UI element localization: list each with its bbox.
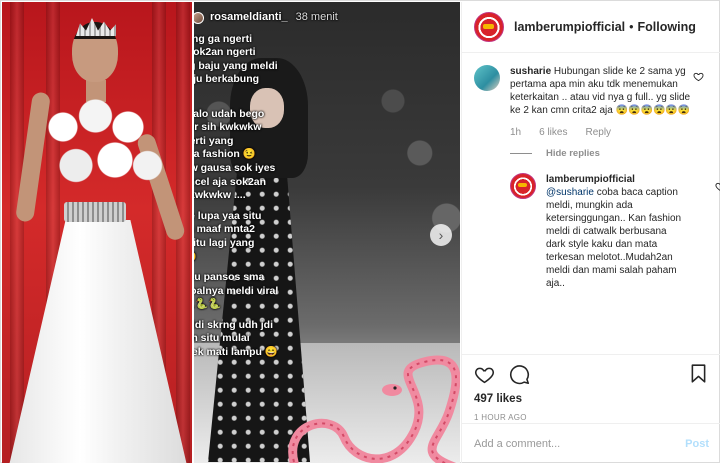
commenter-avatar[interactable] — [474, 65, 500, 91]
post-actions: 497 likes 1 HOUR AGO — [462, 354, 720, 424]
reply-item: lamberumpiofficial @susharie coba baca c… — [510, 173, 720, 290]
story-caption-line: usik2 😉 — [192, 251, 454, 265]
story-caption-line — [192, 101, 454, 108]
reply-avatar[interactable] — [510, 173, 536, 199]
photo-runway-story: rosameldianti_ 38 menit Buat yang ga nge… — [192, 2, 460, 463]
story-caption-line: yeeeeee lupa yaa situ — [192, 209, 262, 222]
comment-input[interactable] — [474, 437, 654, 450]
save-icon[interactable] — [688, 363, 709, 384]
story-caption-line: iyesss kwkwkw .... — [192, 189, 246, 202]
story-username: rosameldianti_ — [210, 11, 288, 23]
story-caption-line: Dan meldi skrng udh jdi — [192, 318, 274, 331]
story-caption-line: susah kalo udah bego — [192, 107, 265, 120]
header-separator: • — [629, 20, 634, 34]
story-caption: Buat yang ga ngertigausa sok2an ngerting… — [192, 33, 454, 360]
story-caption-line: ya mnta maaf mnta2 — [192, 223, 255, 236]
add-comment-bar: Post — [462, 423, 720, 463]
heart-icon[interactable] — [693, 71, 704, 82]
reply-button[interactable]: Reply — [585, 127, 611, 138]
post-timestamp[interactable]: 1 HOUR AGO — [474, 413, 709, 422]
story-caption-line: dari lahir sih kwkwkw — [192, 121, 262, 134]
story-caption-line: meldi soalnya meldi viral — [192, 284, 279, 297]
post-side-panel: lamberumpiofficial • Following susharie … — [461, 2, 720, 463]
comment-item: susharie Hubungan slide ke 2 sama yg per… — [474, 65, 706, 117]
instagram-post-dialog: rosameldianti_ 38 menit Buat yang ga nge… — [0, 0, 720, 463]
reply-mention[interactable]: @susharie — [546, 187, 594, 198]
comment-time[interactable]: 1h — [510, 127, 521, 138]
comments-list[interactable]: susharie Hubungan slide ke 2 sama yg per… — [462, 53, 720, 343]
comment-meta: 1h 6 likes Reply — [510, 127, 706, 138]
commenter-username[interactable]: susharie — [510, 66, 551, 77]
story-caption-line: mulu 🐍🐍🐍 — [192, 298, 222, 311]
story-caption-line — [192, 203, 454, 210]
story-caption-line: deh boncel aja sok2an — [192, 175, 267, 188]
snake-illustration — [288, 355, 460, 463]
story-overlay: rosameldianti_ 38 menit Buat yang ga nge… — [192, 11, 454, 360]
post-header: lamberumpiofficial • Following — [462, 2, 720, 53]
photo-gown-model — [2, 2, 192, 463]
post-button[interactable]: Post — [685, 438, 709, 450]
reply-text: coba baca caption meldi, mungkin ada ket… — [546, 187, 682, 289]
story-caption-line — [192, 312, 454, 319]
story-caption-line: yaa .... — [192, 87, 454, 101]
story-caption-line: ngmong baju yang meldi — [192, 59, 278, 72]
story-time: 38 menit — [295, 11, 338, 23]
story-caption-line: Gak ngerti yang — [192, 134, 234, 147]
story-caption-line: pake baju berkabung — [192, 73, 260, 86]
account-username[interactable]: lamberumpiofficial — [514, 20, 625, 34]
hide-replies-toggle[interactable]: Hide replies — [510, 148, 706, 159]
story-caption-line: Buat yang ga ngerti — [192, 32, 253, 45]
following-button[interactable]: Following — [638, 20, 696, 34]
story-caption-line: redup kek mati lampu 😄 — [192, 346, 278, 359]
story-caption-line: Ciye mau pansos sma — [192, 271, 265, 284]
likes-count[interactable]: 497 likes — [474, 393, 709, 405]
hide-replies-label: Hide replies — [546, 148, 600, 159]
next-slide-icon[interactable]: › — [430, 224, 452, 246]
account-avatar[interactable] — [474, 12, 504, 42]
heart-icon[interactable] — [715, 181, 720, 192]
story-caption-line: damai situ lagi yang — [192, 236, 255, 249]
comment-likes[interactable]: 6 likes — [539, 127, 567, 138]
story-caption-line: gausa sok2an ngerti — [192, 46, 256, 59]
reply-username[interactable]: lamberumpiofficial — [546, 174, 635, 185]
post-media[interactable]: rosameldianti_ 38 menit Buat yang ga nge… — [2, 2, 460, 463]
comment-icon[interactable] — [509, 364, 530, 385]
story-caption-line: namanya fashion 😉 — [192, 148, 256, 161]
story-caption-line: Kwkwkw gausa sok iyes — [192, 161, 276, 174]
replies-line — [510, 153, 532, 154]
story-caption-line: artis dan situ mulai — [192, 332, 250, 345]
heart-icon[interactable] — [474, 364, 495, 385]
